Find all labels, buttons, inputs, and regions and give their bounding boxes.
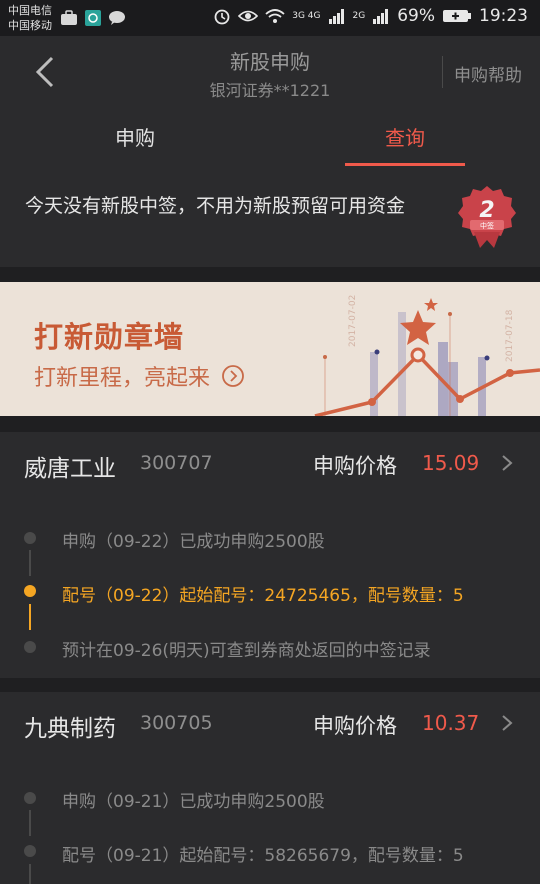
header-divider [442,56,443,88]
stock-card-header[interactable]: 威唐工业 300707 申购价格 15.09 [0,432,540,494]
alarm-icon [214,9,230,25]
notice-text: 今天没有新股中签，不用为新股预留可用资金 [25,195,406,217]
banner-date-2: 2017-07-18 [505,309,515,362]
circle-arrow-icon [222,365,244,387]
timeline-step: 配号（09-21）起始配号：58265679，配号数量：5 [62,846,464,866]
timeline-dot [24,641,36,653]
tab-bar: 申购 查询 [0,108,540,168]
badge-label: 中签 [480,221,494,230]
timeline-step: 申购（09-21）已成功申购2500股 [62,792,325,812]
banner-subtitle: 打新里程，亮起来 [34,360,245,392]
badge-number: 2 [479,198,494,223]
stock-card: 九典制药 300705 申购价格 10.37 申购（09-21）已成功申购250… [0,692,540,884]
help-button[interactable]: 申购帮助 [454,61,522,86]
medal-wall-banner[interactable]: 打新勋章墙 打新里程，亮起来 2017-07-02 2017-07-18 [0,282,540,416]
timeline-dot [24,792,36,804]
stock-name: 威唐工业 [24,456,116,482]
battery-icon [443,10,471,22]
timeline-dot [24,532,36,544]
stock-name: 九典制药 [24,716,116,742]
stock-card-header[interactable]: 九典制药 300705 申购价格 10.37 [0,692,540,754]
active-tab-indicator [345,163,465,166]
timeline-step: 申购（09-22）已成功申购2500股 [62,532,325,552]
eye-icon [238,10,259,22]
stock-price: 10.37 [422,711,480,735]
signal-icon-2 [373,9,389,24]
wifi-icon [265,9,285,23]
timeline-line-active [29,604,31,630]
stock-code: 300705 [140,712,213,734]
timeline-step-active: 配号（09-22）起始配号：24725465，配号数量：5 [62,586,464,606]
chevron-right-icon [502,715,513,731]
carrier-2: 中国移动 [8,19,52,32]
clock: 19:23 [479,6,528,26]
timeline-dot-active [24,585,36,597]
stock-price: 15.09 [422,451,480,475]
chevron-right-icon [502,455,513,471]
win-badge-icon[interactable]: 2 中签 [456,184,518,250]
signal-icon-1 [328,9,344,24]
stock-card: 威唐工业 300707 申购价格 15.09 申购（09-22）已成功申购250… [0,432,540,678]
carrier-1: 中国电信 [8,4,52,17]
banner-title: 打新勋章墙 [34,320,185,354]
banner-date-1: 2017-07-02 [348,295,358,347]
timeline-step: 预计在09-26(明天)可查到券商处返回的中签记录 [62,641,431,661]
timeline-line [29,864,31,884]
battery-percent: 69% [397,6,435,26]
price-label: 申购价格 [313,454,397,478]
tab-query[interactable]: 查询 [270,108,540,168]
timeline-line [29,550,31,576]
banner-graphic: 2017-07-02 2017-07-18 [314,295,540,416]
app-icon [85,10,101,26]
chat-icon [109,11,125,25]
timeline-dot [24,845,36,857]
tab-subscribe[interactable]: 申购 [0,108,270,168]
price-label: 申购价格 [313,714,397,738]
network-type-1: 3G 4G [292,10,321,21]
timeline-line [29,810,31,836]
status-bar: 中国电信 中国移动 3G 4G 2G 69% 19:23 [0,0,540,36]
network-type-2: 2G [352,10,366,21]
briefcase-icon [61,10,77,25]
app-header: 新股申购 银河证券**1221 申购帮助 [0,36,540,108]
carrier-info: 中国电信 中国移动 [8,3,52,33]
stock-code: 300707 [140,452,213,474]
